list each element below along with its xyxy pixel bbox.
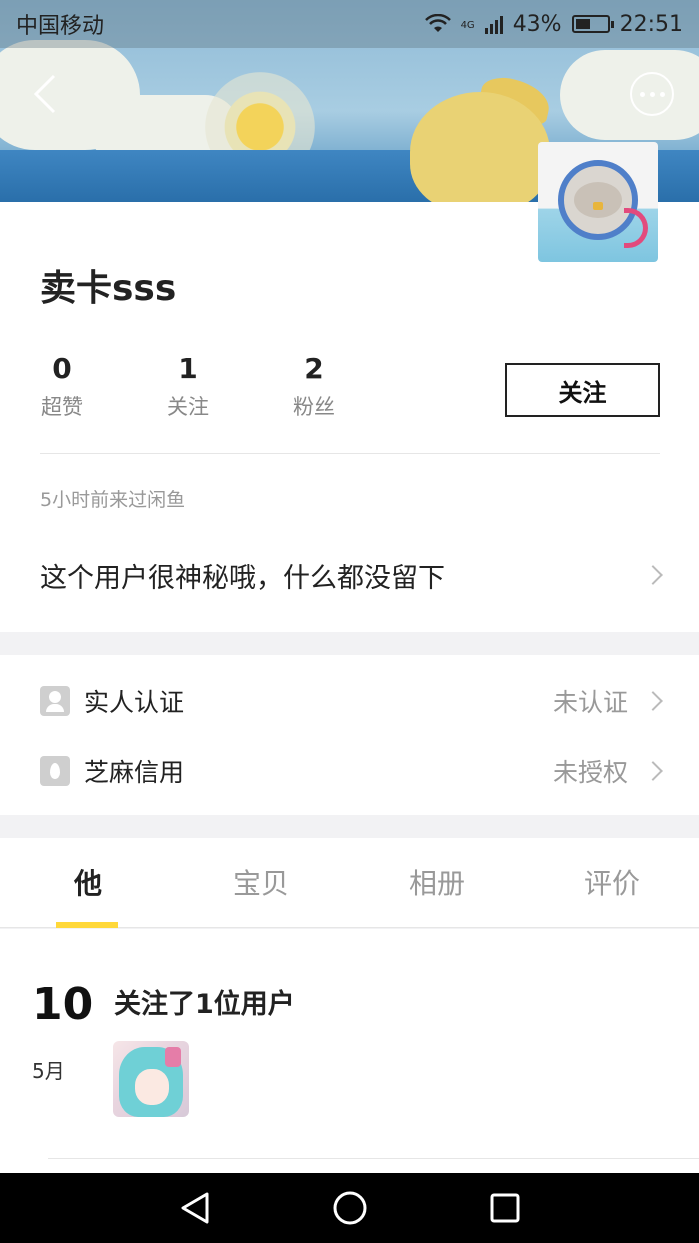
tab-reviews[interactable]: 评价 [552,838,672,928]
circle-home-icon[interactable] [330,1188,370,1228]
profile-card: 卖卡sss 0 超赞 1 关注 2 粉丝 关注 5小时前来过闲鱼 这个用户很神秘… [0,202,699,632]
stat-following[interactable]: 1 关注 [158,352,218,421]
signal-icon [484,14,503,34]
wifi-icon [424,14,451,32]
feed-item-title: 关注了1位用户 [114,989,295,1020]
stat-value: 2 [304,352,324,385]
stat-label: 关注 [167,395,209,419]
divider [48,1158,699,1159]
status-bar: 中国移动 4G 43% 22:51 [0,0,699,48]
back-button[interactable] [26,70,66,118]
feed-date-month: 5月 [32,1059,65,1083]
tab-album[interactable]: 相册 [377,838,497,928]
clock: 22:51 [619,11,683,37]
real-name-verification-row[interactable]: 实人认证 未认证 [40,671,663,731]
banner-character [410,92,550,202]
battery-icon [571,15,614,33]
chevron-right-icon [643,691,663,711]
stat-value: 1 [178,352,198,385]
verification-label: 芝麻信用 [84,758,185,787]
profile-tabs: 他 宝贝 相册 评价 [0,838,699,928]
verification-section: 实人认证 未认证 芝麻信用 未授权 [0,655,699,815]
triangle-back-icon[interactable] [175,1188,215,1228]
carrier-name: 中国移动 [16,14,105,39]
username: 卖卡sss [40,268,177,309]
avatar[interactable] [538,142,658,262]
stat-likes[interactable]: 0 超赞 [32,352,92,421]
stat-value: 0 [52,352,72,385]
tab-items[interactable]: 宝贝 [201,838,321,928]
system-nav-bar [0,1173,699,1243]
verification-status: 未认证 [552,688,628,717]
sesame-credit-row[interactable]: 芝麻信用 未授权 [40,741,663,801]
tab-label: 相册 [408,867,465,900]
chevron-right-icon [643,565,663,585]
chevron-right-icon [643,761,663,781]
tab-label: 宝贝 [232,867,289,900]
more-button[interactable] [630,72,674,116]
sesame-icon [40,756,70,786]
stat-label: 粉丝 [293,395,335,419]
bio-row[interactable]: 这个用户很神秘哦，什么都没留下 [40,547,663,603]
tab-label: 评价 [583,867,640,900]
last-visit-text: 5小时前来过闲鱼 [40,489,186,511]
tab-indicator [56,922,118,928]
verification-status: 未授权 [552,758,628,787]
verification-label: 实人认证 [84,688,185,717]
person-icon [40,686,70,716]
network-type: 4G [460,19,475,31]
more-dots-icon [639,91,645,97]
battery-percent: 43% [512,11,562,37]
activity-feed: 10 5月 关注了1位用户 [0,929,699,1173]
square-recent-icon[interactable] [485,1188,525,1228]
stat-label: 超赞 [41,395,83,419]
follow-button[interactable]: 关注 [505,363,660,417]
profile-stats: 0 超赞 1 关注 2 粉丝 [40,352,420,432]
tab-label: 他 [73,867,102,900]
tab-him[interactable]: 他 [28,838,148,928]
bio-text: 这个用户很神秘哦，什么都没留下 [40,562,445,594]
followed-user-avatar[interactable] [113,1041,189,1117]
stat-followers[interactable]: 2 粉丝 [284,352,344,421]
feed-date-day: 10 [32,979,94,1030]
divider [40,453,660,454]
